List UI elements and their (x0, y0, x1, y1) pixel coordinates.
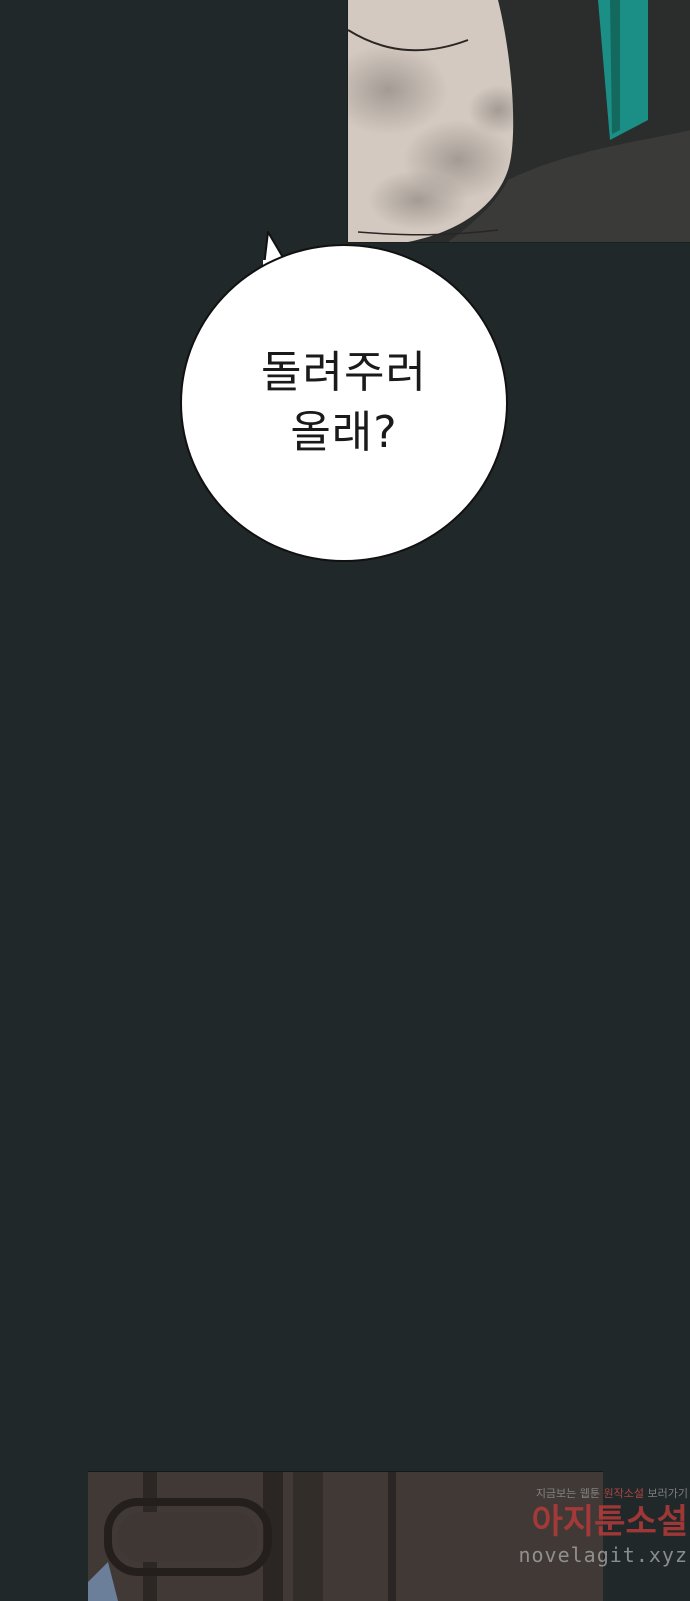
watermark-brand: 아지툰소설 (468, 1501, 688, 1543)
watermark-brand-part1: 아지툰 (531, 1502, 626, 1542)
site-watermark: 지금보는 웹툰 원작소설 보러가기 아지툰소설 novelagit.xyz (468, 1485, 688, 1567)
speech-bubble: 돌려주러 올래? (180, 244, 508, 562)
speech-line-2: 올래? (290, 407, 398, 458)
watermark-tagline-highlight: 원작소설 (603, 1487, 645, 1500)
watermark-tagline-post: 보러가기 (644, 1487, 689, 1500)
comic-panel-top (347, 0, 690, 243)
comic-page: 돌려주러 올래? 지금보는 웹툰 원작소설 보러가기 아지툰소설 novelag… (0, 0, 690, 1601)
speech-line-1: 돌려주러 (261, 347, 427, 398)
panel-top-illustration (348, 0, 690, 242)
watermark-url: novelagit.xyz (518, 1543, 688, 1567)
watermark-tagline: 지금보는 웹툰 원작소설 보러가기 (468, 1485, 688, 1501)
watermark-brand-part2: 소설 (625, 1502, 688, 1542)
watermark-tagline-pre: 지금보는 웹툰 (535, 1487, 604, 1500)
